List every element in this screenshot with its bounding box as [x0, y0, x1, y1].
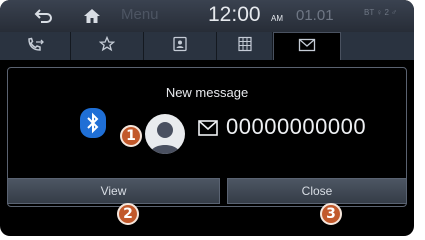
contacts-icon	[172, 36, 188, 56]
tab-contacts[interactable]	[144, 32, 217, 60]
callout-2: 2	[117, 203, 139, 225]
sender-number: 00000000000	[226, 114, 367, 139]
back-icon[interactable]	[32, 4, 56, 28]
popup-title: New message	[165, 85, 249, 100]
infotainment-panel: Menu 12:00 AM 01.01 BT ♀ 2 ♂ New message…	[0, 0, 414, 236]
avatar	[145, 114, 185, 154]
phone-tab-bar	[0, 32, 414, 60]
am-pm-indicator: AM	[271, 14, 283, 23]
view-button[interactable]: View	[7, 178, 220, 204]
clock: 12:00	[208, 3, 261, 26]
phone-transfer-icon	[26, 36, 44, 56]
tab-messages[interactable]	[273, 32, 341, 60]
tab-keypad[interactable]	[217, 32, 273, 60]
system-status-icons: BT ♀ 2 ♂	[364, 8, 398, 17]
message-icon	[298, 37, 316, 56]
bluetooth-icon	[80, 108, 106, 138]
star-icon	[98, 35, 116, 56]
tab-call-history[interactable]	[0, 32, 71, 60]
screen: Menu 12:00 AM 01.01 BT ♀ 2 ♂ New message…	[0, 0, 425, 240]
menu-label[interactable]: Menu	[121, 6, 159, 23]
home-icon[interactable]	[80, 4, 104, 28]
envelope-icon	[198, 120, 218, 136]
callout-3: 3	[320, 203, 342, 225]
keypad-icon	[237, 36, 253, 56]
date: 01.01	[296, 7, 334, 24]
close-button[interactable]: Close	[227, 178, 407, 204]
tab-favorites[interactable]	[71, 32, 144, 60]
callout-1: 1	[120, 125, 142, 147]
status-bar: Menu 12:00 AM 01.01 BT ♀ 2 ♂	[0, 0, 414, 32]
